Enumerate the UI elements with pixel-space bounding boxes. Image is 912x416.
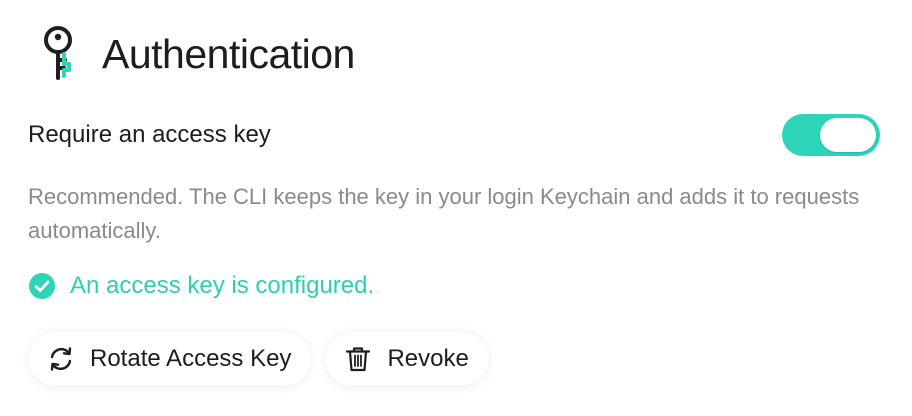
toggle-knob xyxy=(820,118,876,152)
action-buttons: Rotate Access Key Revoke xyxy=(28,332,503,386)
setting-description: Recommended. The CLI keeps the key in yo… xyxy=(28,184,860,243)
revoke-button[interactable]: Revoke xyxy=(325,332,489,386)
check-circle-icon xyxy=(29,273,55,299)
require-access-key-toggle[interactable] xyxy=(782,114,880,156)
section-header: Authentication xyxy=(40,24,355,84)
status-message: An access key is configured. xyxy=(28,272,374,300)
rotate-access-key-button[interactable]: Rotate Access Key xyxy=(28,332,312,386)
trash-icon xyxy=(346,347,371,372)
status-text: An access key is configured. xyxy=(70,272,375,299)
rotate-icon xyxy=(50,347,72,371)
key-icon xyxy=(44,26,72,80)
require-access-key-row: Require an access key xyxy=(28,114,880,156)
setting-label: Require an access key xyxy=(28,121,271,148)
revoke-button-label: Revoke xyxy=(387,345,469,372)
rotate-button-label: Rotate Access Key xyxy=(90,345,292,372)
page-title: Authentication xyxy=(102,30,355,77)
